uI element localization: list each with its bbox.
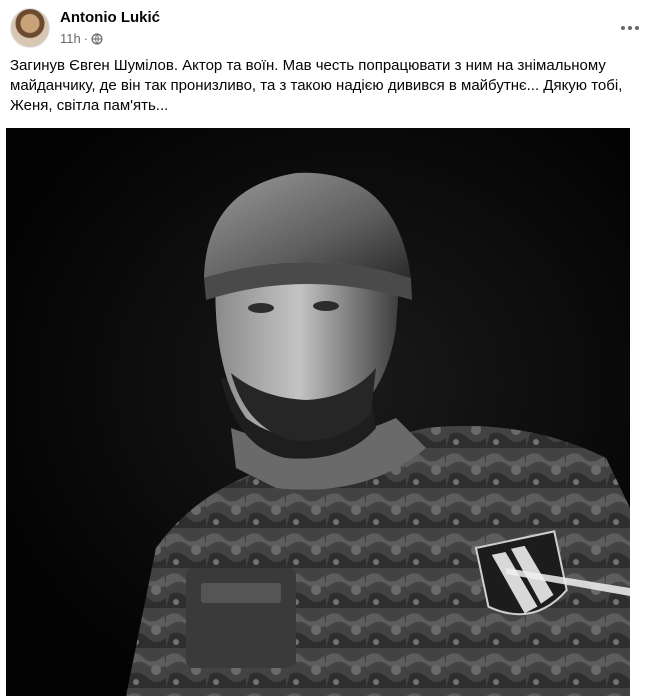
post-text: Загинув Євген Шумілов. Актор та воїн. Ма…	[10, 57, 623, 114]
post-header: Antonio Lukić 11h ·	[0, 0, 656, 54]
post-meta: 11h ·	[60, 31, 103, 46]
post-photo[interactable]	[6, 128, 630, 696]
soldier-portrait-image	[6, 128, 630, 696]
author-name[interactable]: Antonio Lukić	[60, 9, 160, 26]
author-avatar[interactable]	[10, 8, 50, 48]
facebook-post: Antonio Lukić 11h · Загинув Євген Шуміло…	[0, 0, 656, 696]
post-timestamp[interactable]: 11h	[60, 31, 81, 46]
globe-icon[interactable]	[91, 33, 103, 45]
more-horizontal-icon	[620, 26, 641, 30]
post-options-button[interactable]	[614, 12, 646, 44]
meta-separator: ·	[83, 31, 89, 46]
